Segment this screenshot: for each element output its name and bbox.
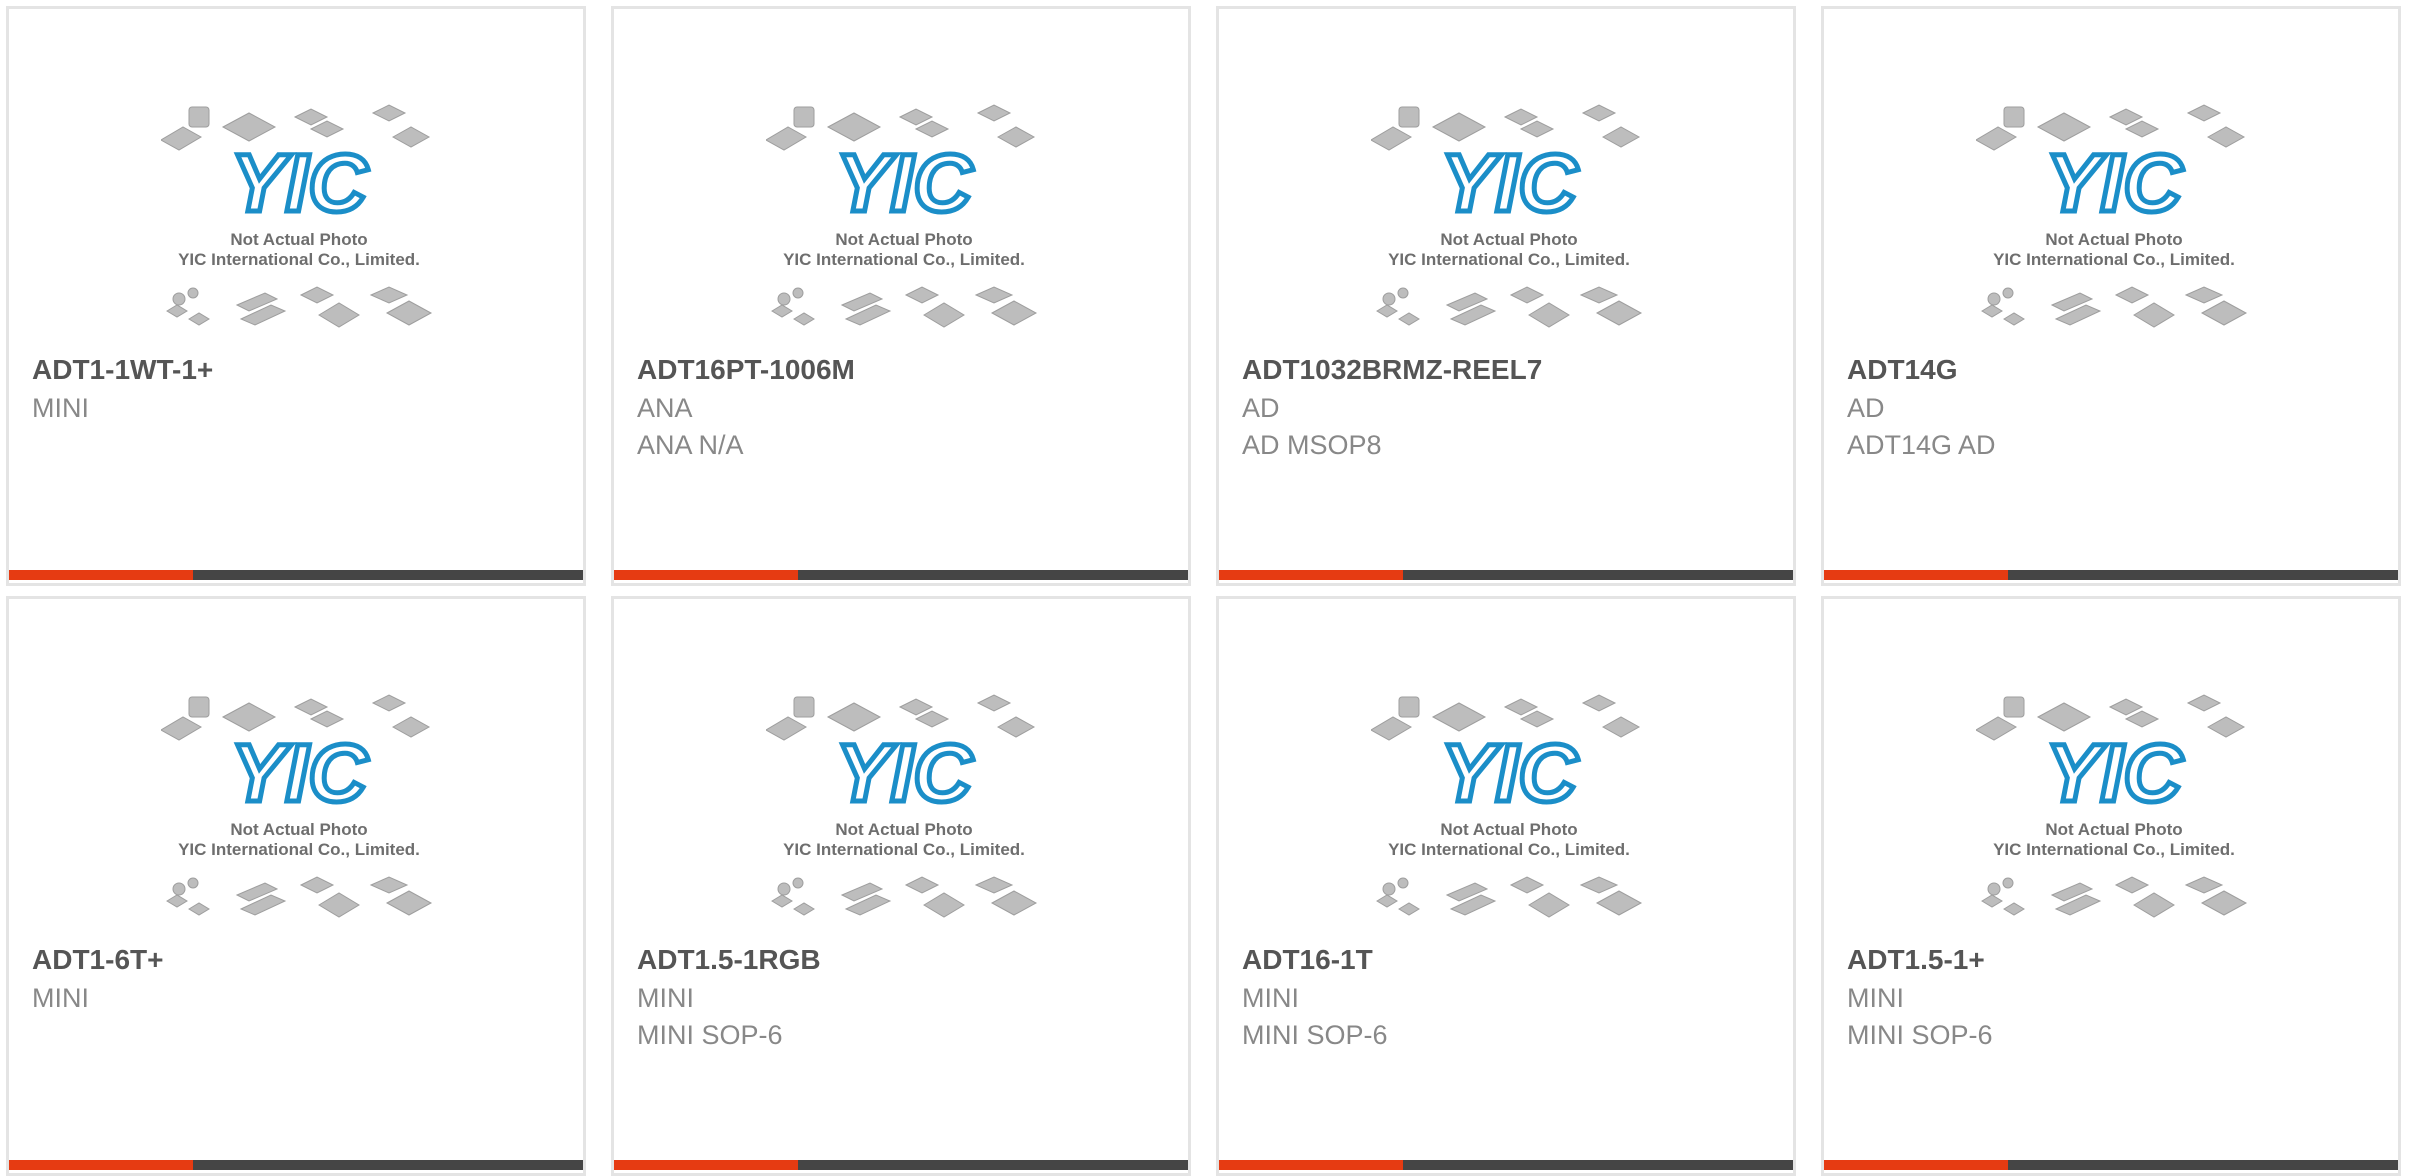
product-image[interactable]: YIC Not Actual Photo YIC International C…	[1976, 99, 2252, 351]
yic-logo: YIC	[836, 728, 974, 819]
part-number[interactable]: ADT1-1WT-1+	[32, 354, 213, 386]
package-label: ANA N/A	[637, 430, 744, 460]
card-progress-fill	[1824, 570, 2008, 580]
package-label: ADT14G AD	[1847, 430, 1996, 460]
yic-logo: YIC	[2046, 728, 2184, 819]
card-progress-fill	[9, 1160, 193, 1170]
company-name-label: YIC International Co., Limited.	[783, 840, 1025, 859]
manufacturer-label: ANA	[637, 393, 693, 423]
product-image[interactable]: YIC Not Actual Photo YIC International C…	[161, 689, 437, 941]
not-actual-photo-label: Not Actual Photo	[835, 230, 972, 249]
not-actual-photo-placeholder: YIC Not Actual Photo YIC International C…	[1371, 104, 1643, 328]
part-number[interactable]: ADT1.5-1RGB	[637, 944, 821, 976]
card-progress-bar	[9, 1160, 583, 1170]
product-image[interactable]: YIC Not Actual Photo YIC International C…	[766, 99, 1042, 351]
manufacturer-label: MINI	[637, 983, 694, 1013]
not-actual-photo-label: Not Actual Photo	[2045, 230, 2182, 249]
card-progress-fill	[9, 570, 193, 580]
card-progress-fill	[1824, 1160, 2008, 1170]
card-progress-bar	[614, 1160, 1188, 1170]
product-image[interactable]: YIC Not Actual Photo YIC International C…	[161, 99, 437, 351]
package-label: MINI SOP-6	[637, 1020, 783, 1050]
not-actual-photo-placeholder: YIC Not Actual Photo YIC International C…	[1976, 694, 2248, 918]
not-actual-photo-label: Not Actual Photo	[230, 820, 367, 839]
not-actual-photo-placeholder: YIC Not Actual Photo YIC International C…	[1371, 694, 1643, 918]
yic-logo: YIC	[836, 138, 974, 229]
not-actual-photo-placeholder: YIC Not Actual Photo YIC International C…	[766, 104, 1038, 328]
not-actual-photo-placeholder: YIC Not Actual Photo YIC International C…	[1976, 104, 2248, 328]
card-progress-fill	[614, 1160, 798, 1170]
part-number[interactable]: ADT1.5-1+	[1847, 944, 1985, 976]
yic-logo: YIC	[1441, 728, 1579, 819]
manufacturer-label: AD	[1847, 393, 1885, 423]
part-number[interactable]: ADT1032BRMZ-REEL7	[1242, 354, 1542, 386]
card-progress-fill	[614, 570, 798, 580]
manufacturer-label: MINI	[1242, 983, 1299, 1013]
product-image[interactable]: YIC Not Actual Photo YIC International C…	[1371, 99, 1647, 351]
company-name-label: YIC International Co., Limited.	[1993, 840, 2235, 859]
product-card[interactable]: YIC Not Actual Photo YIC International C…	[6, 596, 586, 1176]
card-progress-bar	[1219, 570, 1793, 580]
part-number[interactable]: ADT16PT-1006M	[637, 354, 855, 386]
product-card[interactable]: YIC Not Actual Photo YIC International C…	[6, 6, 586, 586]
manufacturer-label: MINI	[32, 983, 89, 1013]
package-label: AD MSOP8	[1242, 430, 1382, 460]
product-card[interactable]: YIC Not Actual Photo YIC International C…	[1216, 596, 1796, 1176]
company-name-label: YIC International Co., Limited.	[1388, 250, 1630, 269]
package-label: MINI SOP-6	[1242, 1020, 1388, 1050]
not-actual-photo-label: Not Actual Photo	[2045, 820, 2182, 839]
manufacturer-label: MINI	[32, 393, 89, 423]
not-actual-photo-label: Not Actual Photo	[1440, 230, 1577, 249]
company-name-label: YIC International Co., Limited.	[178, 840, 420, 859]
not-actual-photo-placeholder: YIC Not Actual Photo YIC International C…	[161, 694, 433, 918]
company-name-label: YIC International Co., Limited.	[1993, 250, 2235, 269]
part-number[interactable]: ADT16-1T	[1242, 944, 1373, 976]
product-grid: YIC Not Actual Photo YIC International C…	[0, 0, 2410, 1176]
card-progress-bar	[1824, 570, 2398, 580]
product-card[interactable]: YIC Not Actual Photo YIC International C…	[1821, 6, 2401, 586]
card-progress-fill	[1219, 570, 1403, 580]
product-card[interactable]: YIC Not Actual Photo YIC International C…	[611, 6, 1191, 586]
yic-logo: YIC	[2046, 138, 2184, 229]
not-actual-photo-label: Not Actual Photo	[1440, 820, 1577, 839]
company-name-label: YIC International Co., Limited.	[178, 250, 420, 269]
card-progress-bar	[614, 570, 1188, 580]
card-progress-fill	[1219, 1160, 1403, 1170]
product-card[interactable]: YIC Not Actual Photo YIC International C…	[1216, 6, 1796, 586]
product-image[interactable]: YIC Not Actual Photo YIC International C…	[1371, 689, 1647, 941]
product-card[interactable]: YIC Not Actual Photo YIC International C…	[1821, 596, 2401, 1176]
yic-logo: YIC	[231, 138, 369, 229]
package-label: MINI SOP-6	[1847, 1020, 1993, 1050]
not-actual-photo-label: Not Actual Photo	[835, 820, 972, 839]
part-number[interactable]: ADT1-6T+	[32, 944, 163, 976]
part-number[interactable]: ADT14G	[1847, 354, 1957, 386]
card-progress-bar	[1219, 1160, 1793, 1170]
yic-logo: YIC	[1441, 138, 1579, 229]
not-actual-photo-placeholder: YIC Not Actual Photo YIC International C…	[766, 694, 1038, 918]
card-progress-bar	[9, 570, 583, 580]
product-card[interactable]: YIC Not Actual Photo YIC International C…	[611, 596, 1191, 1176]
manufacturer-label: AD	[1242, 393, 1280, 423]
company-name-label: YIC International Co., Limited.	[1388, 840, 1630, 859]
card-progress-bar	[1824, 1160, 2398, 1170]
not-actual-photo-label: Not Actual Photo	[230, 230, 367, 249]
product-image[interactable]: YIC Not Actual Photo YIC International C…	[1976, 689, 2252, 941]
company-name-label: YIC International Co., Limited.	[783, 250, 1025, 269]
yic-logo: YIC	[231, 728, 369, 819]
not-actual-photo-placeholder: YIC Not Actual Photo YIC International C…	[161, 104, 433, 328]
manufacturer-label: MINI	[1847, 983, 1904, 1013]
product-image[interactable]: YIC Not Actual Photo YIC International C…	[766, 689, 1042, 941]
